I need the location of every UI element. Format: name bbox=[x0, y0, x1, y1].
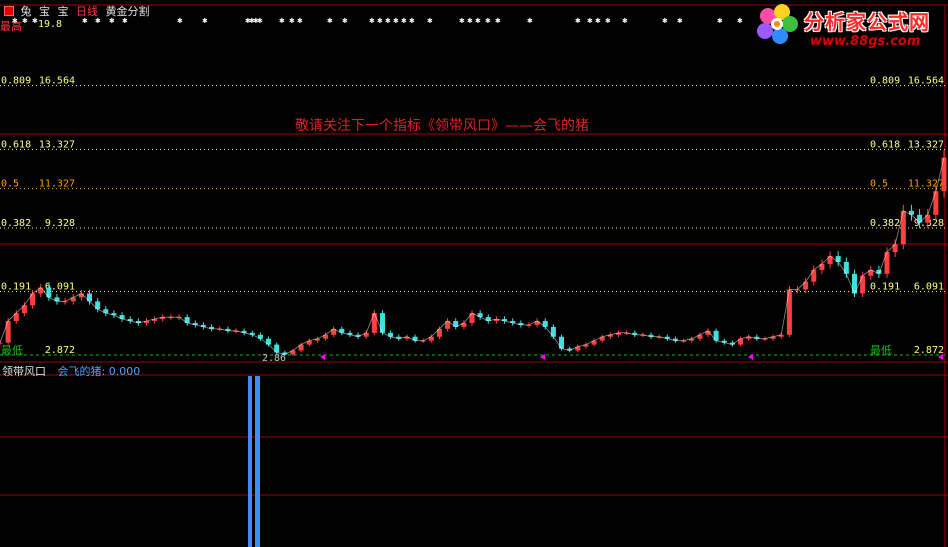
period-label[interactable]: 日线 bbox=[76, 5, 98, 18]
trade-marker: ✱ bbox=[289, 16, 295, 26]
trade-marker: ✱ bbox=[385, 16, 391, 26]
chart-canvas: 最高 19.8 0.809 0.809 16.564 16.564 0.618 0.618 1… bbox=[0, 4, 948, 547]
low-mark-value: 2.86 bbox=[262, 353, 286, 364]
notice-text: 敬请关注下一个指标《领带风口》——会飞的猪 bbox=[295, 118, 589, 134]
fib-ratio-left: 0.191 bbox=[1, 282, 31, 293]
trade-marker: ✱ bbox=[327, 16, 333, 26]
trade-marker: ✱ bbox=[297, 16, 303, 26]
sub-panel-header: 领带风口 会飞的猪: 0.000 bbox=[2, 363, 140, 379]
trade-marker: ✱ bbox=[495, 16, 501, 26]
indicator-value: 0.000 bbox=[108, 365, 141, 378]
trade-marker: ✱ bbox=[342, 16, 348, 26]
trade-marker: ✱ bbox=[279, 16, 285, 26]
fib-price-left: 9.328 bbox=[45, 218, 75, 229]
trade-marker: ✱ bbox=[575, 16, 581, 26]
trade-marker: ✱ bbox=[622, 16, 628, 26]
high-label: 最高 bbox=[0, 19, 22, 33]
low-label-right: 最低 bbox=[870, 344, 892, 357]
fib-ratio-right: 0.809 bbox=[870, 76, 900, 87]
trade-marker: ✱ bbox=[527, 16, 533, 26]
price-candle-body bbox=[803, 281, 809, 290]
fib-ratio-left: 0.382 bbox=[1, 218, 31, 229]
price-candle-body bbox=[933, 191, 939, 215]
fib-price-left: 11.327 bbox=[39, 179, 75, 190]
site-logo: 分析家公式网 www.88gs.com bbox=[752, 2, 946, 52]
indicator-name[interactable]: 黄金分割 bbox=[106, 5, 150, 18]
price-candle-body bbox=[811, 269, 817, 282]
signal-bar bbox=[255, 376, 260, 547]
trade-marker: ✱ bbox=[257, 16, 263, 26]
fib-ratio-right: 0.5 bbox=[870, 179, 888, 190]
trade-marker: ✱ bbox=[737, 16, 743, 26]
trade-marker: ✱ bbox=[662, 16, 668, 26]
trade-marker: ✱ bbox=[717, 16, 723, 26]
price-candle-body bbox=[30, 293, 36, 306]
fib-ratio-left: 0.809 bbox=[1, 76, 31, 87]
price-candle-body bbox=[371, 313, 377, 333]
fib-ratio-left: 0.5 bbox=[1, 179, 19, 190]
price-candle-body bbox=[550, 326, 556, 337]
fib-price-right: 6.091 bbox=[914, 282, 944, 293]
header-item: 宝 bbox=[39, 5, 50, 18]
chart-frame: 最高 19.8 bbox=[0, 4, 948, 547]
trade-marker: ✱ bbox=[202, 16, 208, 26]
trade-marker: ✱ bbox=[605, 16, 611, 26]
indicator-label: 会飞的猪: bbox=[57, 365, 106, 378]
trade-marker: ✱ bbox=[485, 16, 491, 26]
trade-marker: ✱ bbox=[595, 16, 601, 26]
trade-marker: ✱ bbox=[475, 16, 481, 26]
fib-ratio-right: 0.382 bbox=[870, 218, 900, 229]
trade-marker: ✱ bbox=[587, 16, 593, 26]
fib-ratio-right: 0.618 bbox=[870, 139, 900, 150]
sub-panel-title[interactable]: 领带风口 bbox=[2, 365, 46, 378]
trade-marker: ✱ bbox=[427, 16, 433, 26]
trade-marker: ✱ bbox=[459, 16, 465, 26]
header-item: 宝 bbox=[57, 5, 69, 18]
price-candle-body bbox=[559, 336, 565, 349]
flower-logo-icon bbox=[757, 4, 798, 44]
trade-marker: ✱ bbox=[369, 16, 375, 26]
fib-price-left: 2.872 bbox=[45, 345, 75, 356]
chart-header: 兔 宝 宝 日线 黄金分割 bbox=[4, 3, 154, 19]
fib-price-left: 16.564 bbox=[39, 76, 75, 87]
price-candle-body bbox=[0, 342, 3, 344]
price-candle-body bbox=[5, 321, 11, 343]
low-label: 最低 bbox=[1, 344, 23, 357]
sub-panel bbox=[248, 376, 260, 547]
fib-ratio-left: 0.618 bbox=[1, 139, 31, 150]
brand-name: 分析家公式网 bbox=[804, 10, 930, 34]
trade-marker: ✱ bbox=[393, 16, 399, 26]
trade-marker: ✱ bbox=[177, 16, 183, 26]
price-candle-body bbox=[860, 275, 866, 294]
trade-marker: ✱ bbox=[377, 16, 383, 26]
trade-marker: ✱ bbox=[677, 16, 683, 26]
fib-price-left: 13.327 bbox=[39, 139, 75, 150]
trade-marker: ✱ bbox=[409, 16, 415, 26]
trade-marker: ✱ bbox=[467, 16, 473, 26]
price-candle-body bbox=[900, 210, 906, 245]
signal-bar bbox=[248, 376, 252, 547]
fib-price-right: 2.872 bbox=[914, 345, 944, 356]
brand-url[interactable]: www.88gs.com bbox=[810, 34, 920, 49]
price-candle-body bbox=[379, 313, 385, 333]
header-item: 兔 bbox=[20, 5, 32, 18]
fib-price-right: 16.564 bbox=[908, 76, 944, 87]
high-value: 19.8 bbox=[38, 19, 62, 30]
fib-ratio-right: 0.191 bbox=[870, 282, 900, 293]
window-icon[interactable] bbox=[4, 6, 14, 16]
trade-markers: ✱ ✱ ✱ ✱ ✱ ✱ ✱ ✱ ✱ ✱✱✱✱ ✱ ✱ ✱ ✱ ✱ ✱ ✱ ✱ ✱ ✱ ✱ ✱ ✱ ✱ ✱ ✱ ✱ ✱ ✱ ✱ ✱ ✱ ✱ ✱ ✱ ✱ ✱ bbox=[12, 16, 943, 360]
price-candle-body bbox=[884, 252, 890, 274]
price-candle-body bbox=[941, 157, 947, 192]
price-candle-body bbox=[843, 261, 849, 274]
trade-marker: ✱ bbox=[401, 16, 407, 26]
price-candle-body bbox=[786, 289, 792, 335]
fib-price-right: 13.327 bbox=[908, 139, 944, 150]
price-series bbox=[0, 150, 947, 357]
